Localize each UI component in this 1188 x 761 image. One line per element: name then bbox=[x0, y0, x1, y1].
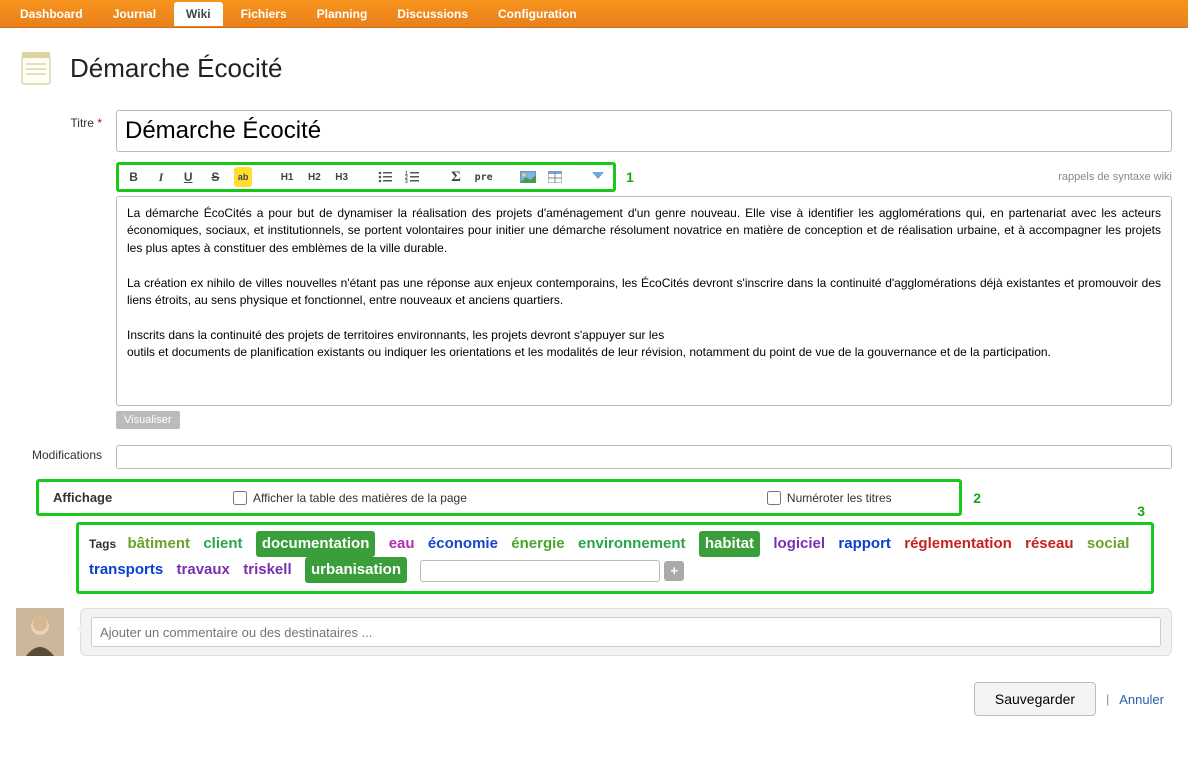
formula-button[interactable]: Σ bbox=[447, 167, 464, 187]
nav-tab-planning[interactable]: Planning bbox=[305, 2, 380, 26]
ol-button[interactable]: 123 bbox=[404, 167, 421, 187]
page-title: Démarche Écocité bbox=[70, 53, 282, 84]
nav-tab-configuration[interactable]: Configuration bbox=[486, 2, 589, 26]
tag-documentation[interactable]: documentation bbox=[256, 531, 376, 557]
tag-client[interactable]: client bbox=[203, 532, 242, 556]
editor-toolbar: B I U S ab H1 H2 H3 12 bbox=[116, 162, 616, 192]
save-button[interactable]: Sauvegarder bbox=[974, 682, 1096, 716]
comment-input[interactable] bbox=[91, 617, 1161, 647]
h1-button[interactable]: H1 bbox=[278, 167, 295, 187]
tag-logiciel[interactable]: logiciel bbox=[773, 532, 825, 556]
cancel-link[interactable]: Annuler bbox=[1119, 692, 1164, 707]
tag-réseau[interactable]: réseau bbox=[1025, 532, 1073, 556]
user-avatar bbox=[16, 608, 64, 656]
nav-tab-journal[interactable]: Journal bbox=[101, 2, 168, 26]
image-button[interactable] bbox=[519, 167, 536, 187]
tag-rapport[interactable]: rapport bbox=[838, 532, 891, 556]
tag-habitat[interactable]: habitat bbox=[699, 531, 760, 557]
strike-button[interactable]: S bbox=[207, 167, 224, 187]
nav-tab-wiki[interactable]: Wiki bbox=[174, 2, 223, 26]
syntax-hint-link[interactable]: rappels de syntaxe wiki bbox=[1058, 171, 1172, 183]
tags-section: 3 Tags bâtiment client documentation eau… bbox=[76, 522, 1154, 594]
tag-triskell[interactable]: triskell bbox=[243, 558, 291, 582]
modifications-label: Modifications bbox=[16, 445, 116, 462]
page-header: Démarche Écocité bbox=[16, 48, 1172, 88]
nav-tab-fichiers[interactable]: Fichiers bbox=[229, 2, 299, 26]
tag-input[interactable] bbox=[420, 560, 660, 582]
body-textarea[interactable] bbox=[116, 196, 1172, 406]
number-titles-checkbox-label: Numéroter les titres bbox=[787, 491, 892, 505]
nav-tab-dashboard[interactable]: Dashboard bbox=[8, 2, 95, 26]
add-tag-button[interactable]: + bbox=[664, 561, 684, 581]
callout-1: 1 bbox=[626, 169, 634, 185]
toc-checkbox[interactable] bbox=[233, 491, 247, 505]
tag-énergie[interactable]: énergie bbox=[511, 532, 564, 556]
number-titles-checkbox-row[interactable]: Numéroter les titres bbox=[767, 491, 892, 505]
pre-button[interactable]: pre bbox=[475, 167, 493, 187]
tag-urbanisation[interactable]: urbanisation bbox=[305, 557, 407, 583]
titre-label: Titre * bbox=[16, 110, 116, 130]
italic-button[interactable]: I bbox=[152, 167, 169, 187]
h3-button[interactable]: H3 bbox=[333, 167, 350, 187]
tag-eau[interactable]: eau bbox=[389, 532, 415, 556]
titre-input[interactable] bbox=[116, 110, 1172, 152]
toc-checkbox-row[interactable]: Afficher la table des matières de la pag… bbox=[233, 491, 467, 505]
top-nav: DashboardJournalWikiFichiersPlanningDisc… bbox=[0, 0, 1188, 28]
tag-transports[interactable]: transports bbox=[89, 558, 163, 582]
callout-3: 3 bbox=[1137, 503, 1145, 519]
comment-bubble bbox=[80, 608, 1172, 656]
modifications-input[interactable] bbox=[116, 445, 1172, 469]
h2-button[interactable]: H2 bbox=[306, 167, 323, 187]
ul-button[interactable] bbox=[377, 167, 394, 187]
tag-social[interactable]: social bbox=[1087, 532, 1130, 556]
bold-button[interactable]: B bbox=[125, 167, 142, 187]
svg-text:3: 3 bbox=[405, 179, 408, 183]
visualiser-button[interactable]: Visualiser bbox=[116, 411, 180, 429]
toc-checkbox-label: Afficher la table des matières de la pag… bbox=[253, 491, 467, 505]
more-button[interactable] bbox=[590, 167, 607, 187]
highlight-button[interactable]: ab bbox=[234, 167, 252, 187]
tag-réglementation[interactable]: réglementation bbox=[904, 532, 1012, 556]
tag-bâtiment[interactable]: bâtiment bbox=[127, 532, 190, 556]
number-titles-checkbox[interactable] bbox=[767, 491, 781, 505]
nav-tab-discussions[interactable]: Discussions bbox=[385, 2, 480, 26]
tag-économie[interactable]: économie bbox=[428, 532, 498, 556]
table-button[interactable] bbox=[546, 167, 563, 187]
tag-environnement[interactable]: environnement bbox=[578, 532, 686, 556]
tag-travaux[interactable]: travaux bbox=[177, 558, 230, 582]
callout-2: 2 bbox=[973, 490, 981, 506]
affichage-section: Affichage Afficher la table des matières… bbox=[36, 479, 962, 516]
wiki-page-icon bbox=[16, 48, 56, 88]
affichage-label: Affichage bbox=[53, 490, 233, 505]
tags-label: Tags bbox=[89, 537, 116, 551]
underline-button[interactable]: U bbox=[180, 167, 197, 187]
